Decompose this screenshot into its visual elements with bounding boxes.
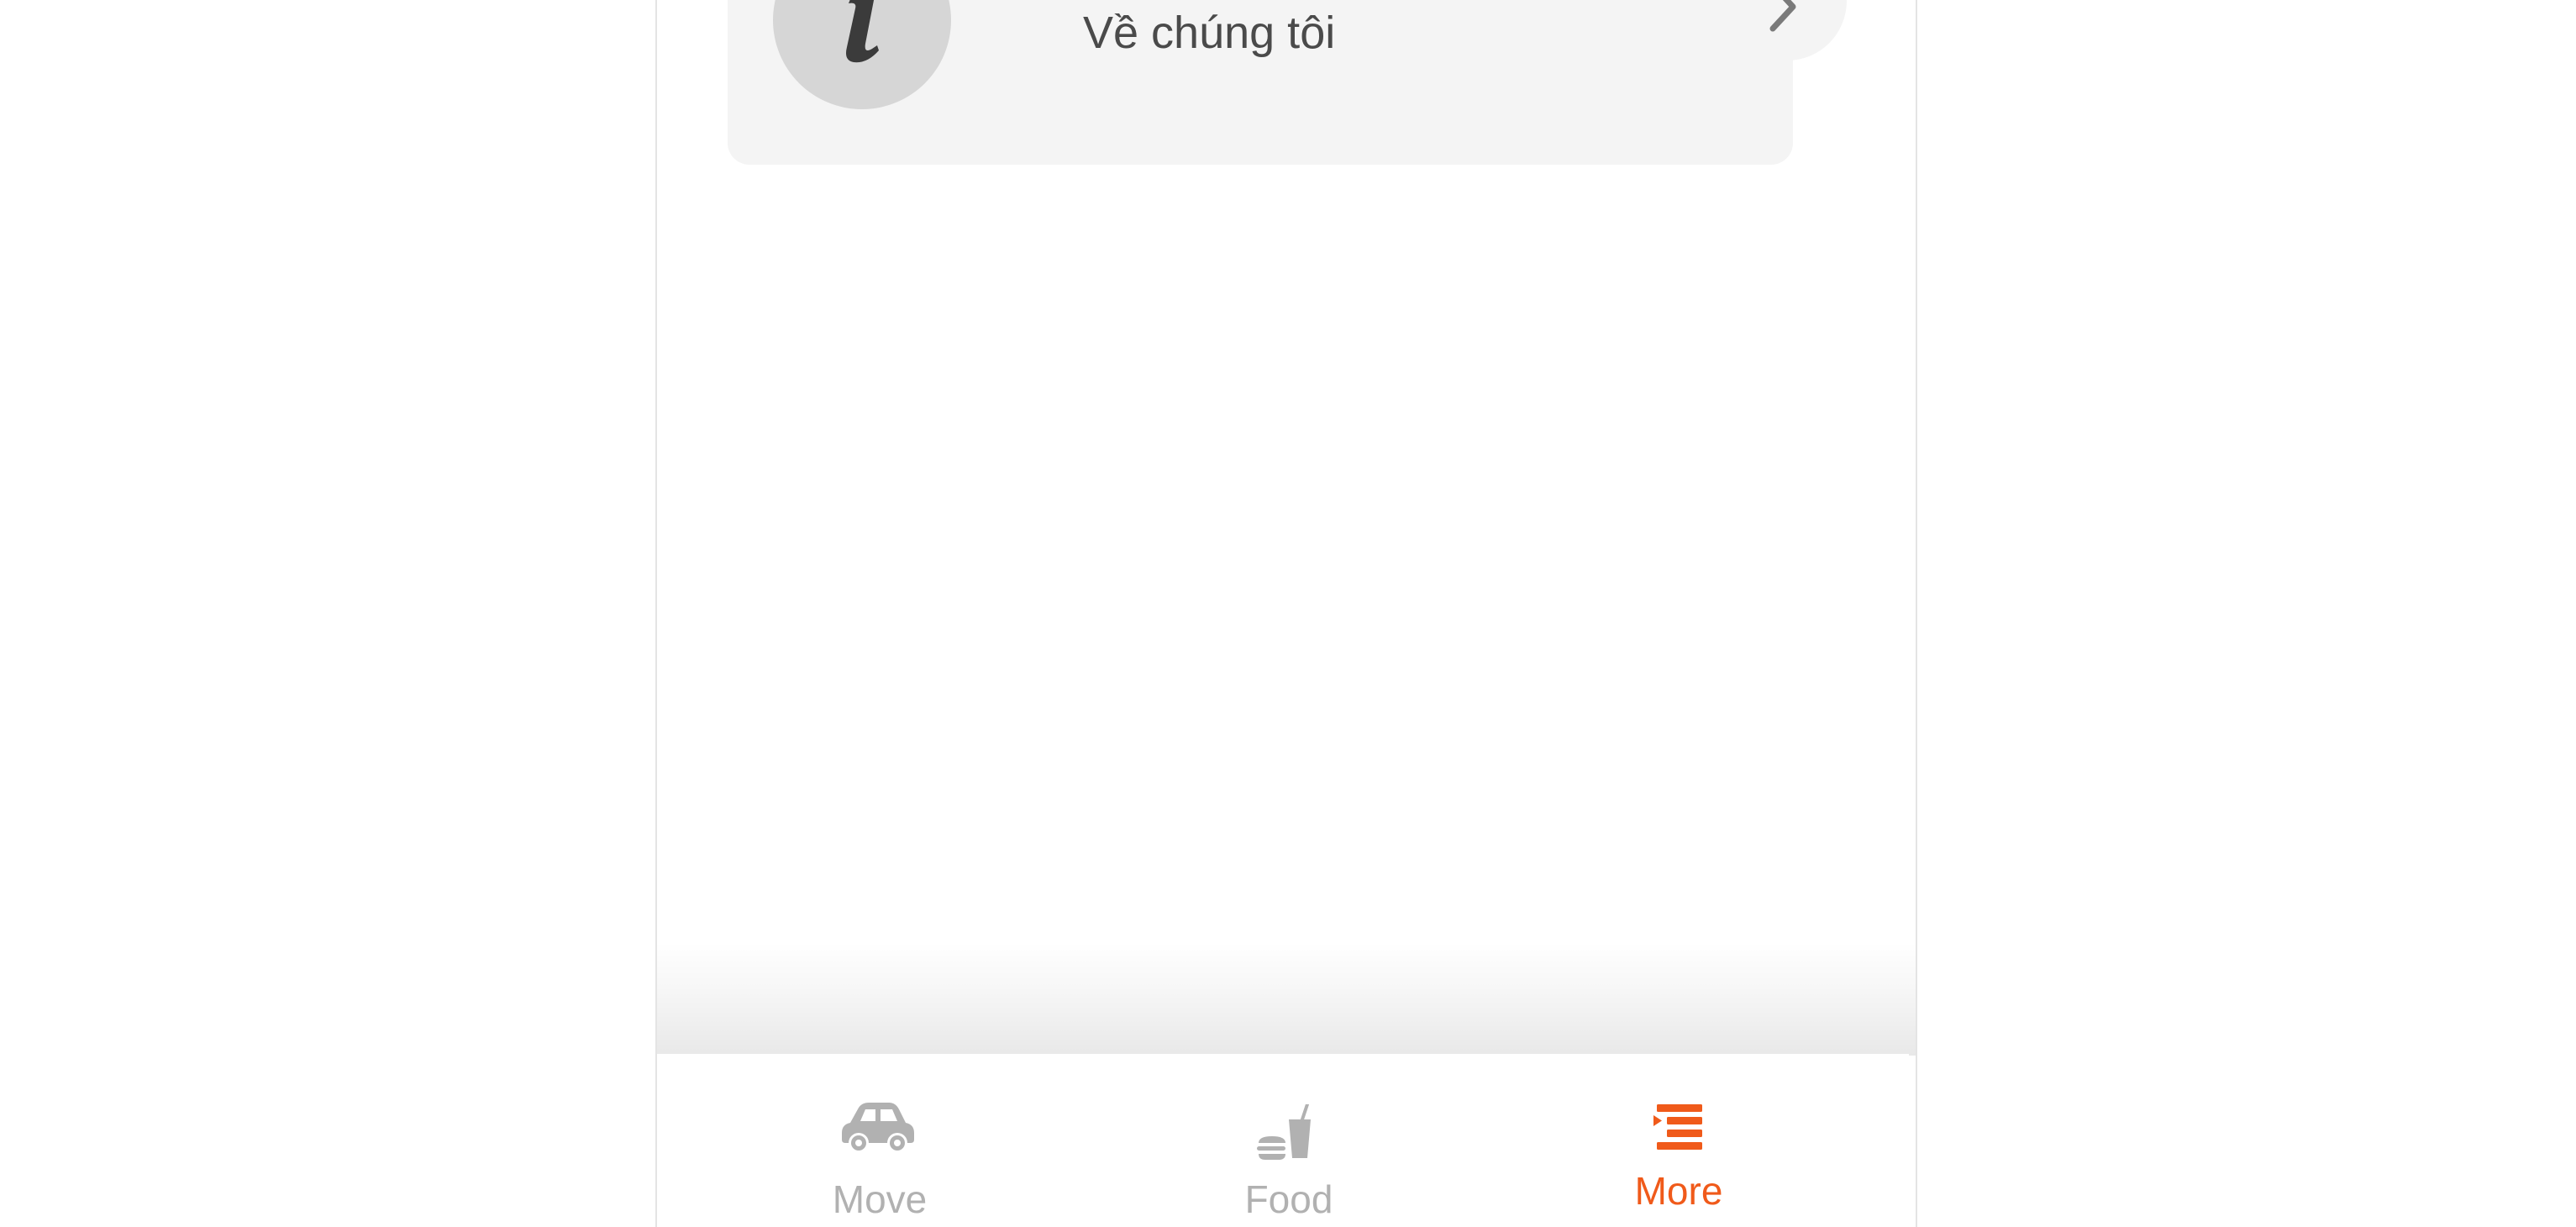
app-screen: Về chúng tôi Move Food More (655, 0, 1917, 1227)
tab-move[interactable]: Move (657, 1054, 1069, 1227)
menu-item-label: Về chúng tôi (1083, 8, 1336, 58)
tab-move-label: Move (832, 1177, 928, 1221)
list-menu-icon (1653, 1104, 1702, 1154)
car-icon (840, 1101, 916, 1159)
info-icon (773, 0, 951, 109)
bottom-tab-bar: Move Food More (657, 1054, 1909, 1227)
menu-card: Về chúng tôi (728, 0, 1847, 165)
menu-item-about-us[interactable]: Về chúng tôi (728, 0, 1847, 165)
tab-food-label: Food (1244, 1177, 1333, 1221)
chevron-right-icon (1734, 0, 1847, 61)
tab-bar-shadow (657, 941, 1916, 1056)
food-drink-icon (1255, 1103, 1314, 1167)
tab-food[interactable]: Food (1069, 1054, 1480, 1227)
tab-more[interactable]: More (1480, 1054, 1909, 1227)
tab-more-label: More (1634, 1169, 1723, 1213)
